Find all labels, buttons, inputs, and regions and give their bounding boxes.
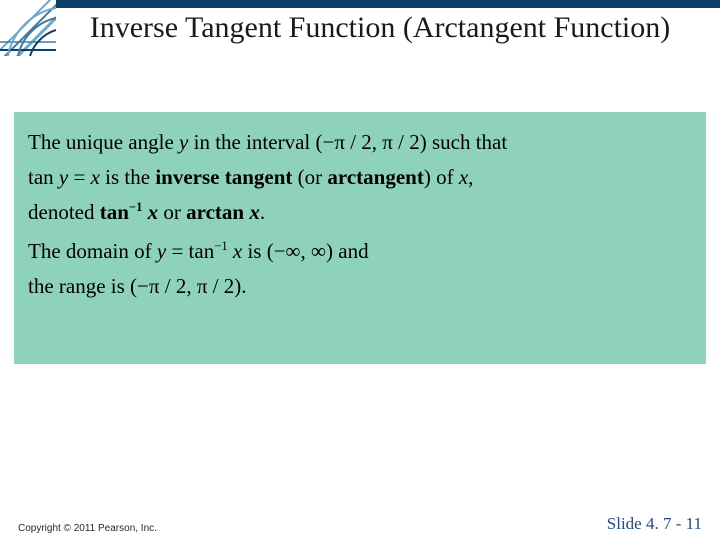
superscript: −1	[129, 200, 142, 214]
var-y: y	[179, 130, 188, 154]
text: tan	[100, 200, 129, 224]
text: = tan	[166, 239, 214, 263]
text: The unique angle	[28, 130, 179, 154]
corner-decoration-icon	[0, 0, 56, 56]
definition-box: The unique angle y in the interval (−π /…	[14, 112, 706, 364]
var-y: y	[157, 239, 166, 263]
text: in the interval	[188, 130, 315, 154]
text: and	[333, 239, 369, 263]
range: (−π / 2, π / 2)	[130, 274, 241, 298]
text: denoted	[28, 200, 100, 224]
var-x: x	[228, 239, 243, 263]
term-arctangent: arctangent	[327, 165, 423, 189]
text: ) of	[424, 165, 459, 189]
var-x: x	[142, 200, 158, 224]
header-accent-bar	[48, 0, 720, 8]
copyright-text: Copyright © 2011 Pearson, Inc.	[18, 523, 157, 534]
text: or	[158, 200, 186, 224]
definition-line-1: The unique angle y in the interval (−π /…	[28, 130, 692, 155]
superscript: −1	[214, 239, 227, 253]
text: =	[68, 165, 90, 189]
footer: Copyright © 2011 Pearson, Inc. Slide 4. …	[0, 512, 720, 534]
definition-line-5: the range is (−π / 2, π / 2).	[28, 274, 692, 299]
text: is	[242, 239, 267, 263]
definition-line-2: tan y = x is the inverse tangent (or arc…	[28, 165, 692, 190]
var-x: x	[249, 200, 260, 224]
var-x: x	[91, 165, 100, 189]
interval: (−π / 2, π / 2)	[316, 130, 427, 154]
slide-title: Inverse Tangent Function (Arctangent Fun…	[60, 10, 700, 46]
domain: (−∞, ∞)	[267, 239, 333, 263]
slide-number: Slide 4. 7 - 11	[607, 514, 702, 534]
text: is the	[100, 165, 155, 189]
text: tan	[28, 165, 59, 189]
text: ,	[468, 165, 473, 189]
text: (or	[292, 165, 327, 189]
text: such that	[427, 130, 507, 154]
text: The domain of	[28, 239, 157, 263]
definition-line-3: denoted tan−1 x or arctan x.	[28, 200, 692, 225]
term-inverse-tangent: inverse tangent	[155, 165, 292, 189]
text: .	[241, 274, 246, 298]
text: arctan	[186, 200, 249, 224]
definition-line-4: The domain of y = tan−1 x is (−∞, ∞) and	[28, 239, 692, 264]
text: the range is	[28, 274, 130, 298]
var-y: y	[59, 165, 68, 189]
text: .	[260, 200, 265, 224]
slide: Inverse Tangent Function (Arctangent Fun…	[0, 0, 720, 540]
var-x: x	[459, 165, 468, 189]
